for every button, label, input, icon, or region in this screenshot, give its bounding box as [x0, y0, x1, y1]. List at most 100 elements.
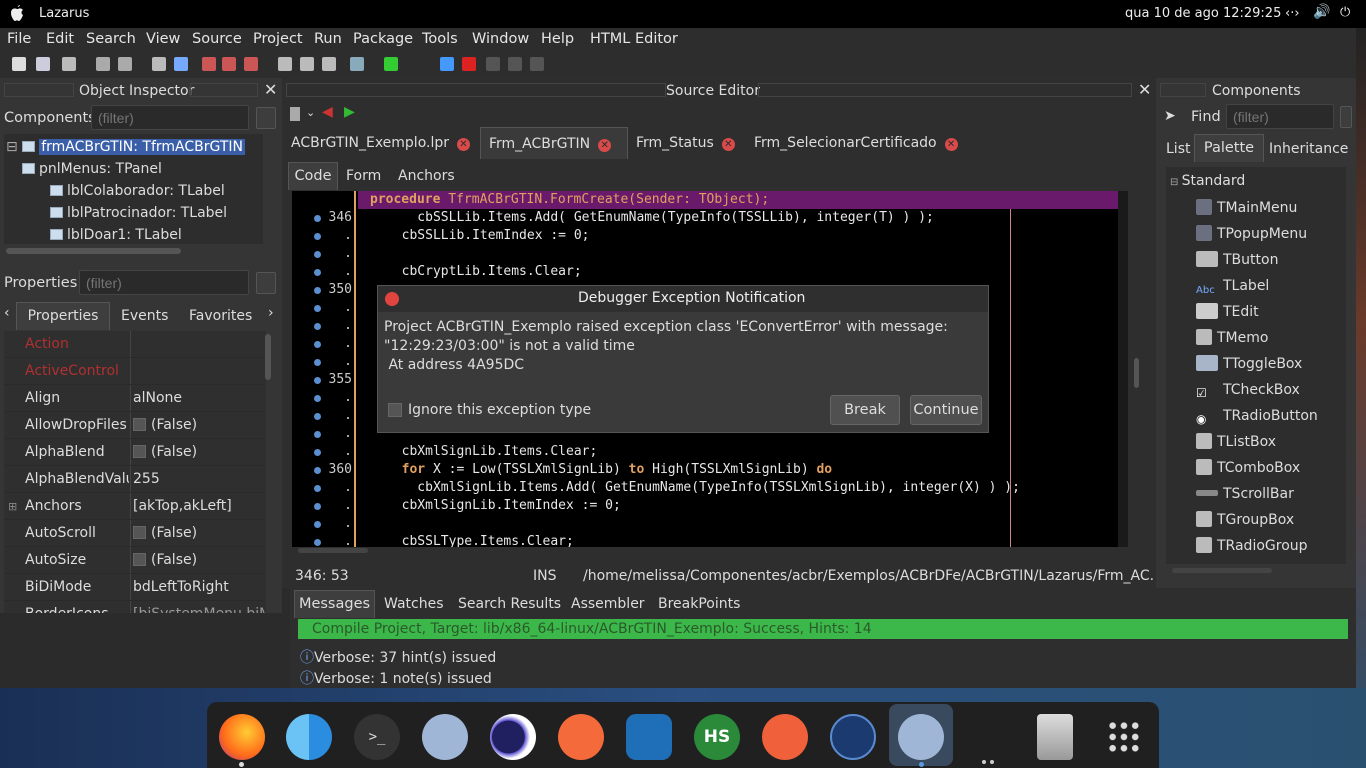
- group-standard[interactable]: ⊟ Standard: [1170, 173, 1245, 189]
- pointer-icon[interactable]: ➤: [1164, 108, 1176, 124]
- close-icon[interactable]: ✕: [1138, 80, 1151, 99]
- message-row[interactable]: ⓘVerbose: 37 hint(s) issued: [300, 647, 496, 667]
- property-row[interactable]: ⊞ Anchors [akTop,akLeft]: [4, 493, 266, 520]
- tab-events[interactable]: Events: [121, 308, 168, 324]
- app-grid-icon[interactable]: [1107, 720, 1141, 754]
- pause-icon[interactable]: [440, 57, 454, 71]
- palette-item[interactable]: TToggleBox: [1196, 351, 1302, 377]
- tab-acbrgtin-exemplo-lpr[interactable]: ACBrGTIN_Exemplo.lpr ✕: [291, 135, 470, 151]
- palette-item[interactable]: TRadioGroup: [1196, 533, 1308, 559]
- menu-package[interactable]: Package: [353, 31, 413, 47]
- subtab-form[interactable]: Form: [346, 168, 381, 184]
- tree-node[interactable]: lblDoar1: TLabel: [50, 224, 182, 246]
- property-row[interactable]: BiDiMode bdLeftToRight: [4, 574, 266, 601]
- ignore-checkbox[interactable]: [388, 403, 402, 417]
- tab-frm-status[interactable]: Frm_Status ✕: [636, 135, 735, 151]
- tab-list[interactable]: List: [1166, 141, 1190, 157]
- apple-icon[interactable]: [10, 4, 24, 22]
- chevron-down-icon[interactable]: ⌄: [306, 106, 315, 119]
- close-button[interactable]: [385, 292, 399, 306]
- close-icon[interactable]: ✕: [944, 138, 958, 151]
- eclipse-icon[interactable]: [490, 714, 536, 760]
- menu-tools[interactable]: Tools: [422, 31, 458, 47]
- code-line[interactable]: cbXmlSignLib.Items.Add( GetEnumName(Type…: [386, 479, 1020, 497]
- menu-html-editor[interactable]: HTML Editor: [590, 31, 678, 47]
- palette-item[interactable]: TMainMenu: [1196, 195, 1297, 221]
- tab-favorites[interactable]: Favorites: [189, 308, 252, 324]
- palette-filter[interactable]: [1226, 104, 1334, 129]
- clock[interactable]: qua 10 de ago 12:29:25: [1125, 6, 1281, 21]
- menu-edit[interactable]: Edit: [46, 31, 74, 47]
- menu-help[interactable]: Help: [541, 31, 574, 47]
- property-scrollbar[interactable]: [265, 334, 271, 380]
- tab-search-results[interactable]: Search Results: [458, 596, 561, 612]
- tree-node[interactable]: lblPatrocinador: TLabel: [50, 202, 227, 224]
- firefox-icon[interactable]: [219, 714, 265, 760]
- message-row[interactable]: ⓘVerbose: 1 note(s) issued: [300, 668, 492, 688]
- property-row[interactable]: AlphaBlend (False): [4, 439, 266, 466]
- code-line[interactable]: cbXmlSignLib.Items.Clear;: [386, 443, 598, 461]
- break-button[interactable]: Break: [830, 395, 900, 425]
- finder-icon[interactable]: [286, 714, 332, 760]
- back-icon[interactable]: ◀: [322, 104, 333, 120]
- tab-right-arrow[interactable]: ›: [268, 305, 274, 321]
- property-row[interactable]: Action: [4, 331, 266, 358]
- vscode-icon[interactable]: [626, 714, 672, 760]
- subtab-anchors[interactable]: Anchors: [398, 168, 455, 184]
- close-icon[interactable]: ✕: [457, 138, 470, 151]
- menu-source[interactable]: Source: [192, 31, 242, 47]
- property-row[interactable]: AutoScroll (False): [4, 520, 266, 547]
- power-icon[interactable]: ⏻: [1340, 5, 1350, 20]
- run-icon[interactable]: [384, 57, 398, 71]
- tree-scrollbar[interactable]: [6, 248, 181, 254]
- menu-window[interactable]: Window: [472, 31, 529, 47]
- menu-project[interactable]: Project: [253, 31, 303, 47]
- add-file-icon[interactable]: [202, 57, 216, 71]
- menu-search[interactable]: Search: [86, 31, 136, 47]
- trash-icon[interactable]: [1037, 714, 1073, 760]
- close-icon[interactable]: ✕: [598, 139, 612, 152]
- tab-inheritance[interactable]: Inheritance: [1269, 141, 1348, 157]
- palette-item[interactable]: TComboBox: [1196, 455, 1300, 481]
- pen-tool-icon[interactable]: [558, 714, 604, 760]
- text-editor-icon[interactable]: [762, 714, 808, 760]
- properties-filter[interactable]: [79, 270, 249, 295]
- checkbox[interactable]: [133, 553, 146, 566]
- remove-icon[interactable]: [244, 57, 258, 71]
- property-row[interactable]: AlphaBlendValu 255: [4, 466, 266, 493]
- tab-properties[interactable]: Properties: [16, 302, 110, 330]
- forward-icon[interactable]: ▶: [344, 104, 355, 120]
- close-icon[interactable]: ✕: [264, 80, 277, 99]
- menu-view[interactable]: View: [146, 31, 180, 47]
- menu-file[interactable]: File: [7, 31, 31, 47]
- step-into-icon[interactable]: [486, 57, 500, 71]
- open-icon[interactable]: [62, 57, 76, 71]
- palette-item[interactable]: Abc TLabel: [1196, 273, 1269, 299]
- property-row[interactable]: AllowDropFiles (False): [4, 412, 266, 439]
- property-row[interactable]: BorderIcons[biSystemMenu,biM: [4, 601, 266, 613]
- filter-icon[interactable]: [1340, 106, 1352, 128]
- options-icon[interactable]: [174, 57, 188, 71]
- code-line[interactable]: cbSSLLib.ItemIndex := 0;: [386, 227, 590, 245]
- checkbox[interactable]: [133, 445, 146, 458]
- editor-hscrollbar[interactable]: [298, 548, 368, 553]
- palette-item[interactable]: TGroupBox: [1196, 507, 1294, 533]
- code-line[interactable]: cbXmlSignLib.ItemIndex := 0;: [386, 497, 621, 515]
- view-forms-icon[interactable]: [300, 57, 314, 71]
- palette-item[interactable]: ◉ TRadioButton: [1196, 403, 1318, 429]
- property-row[interactable]: Align alNone: [4, 385, 266, 412]
- menu-run[interactable]: Run: [314, 31, 342, 47]
- build-icon[interactable]: [350, 57, 364, 71]
- palette-item[interactable]: TEdit: [1196, 299, 1259, 325]
- tab-left-arrow[interactable]: ‹: [4, 305, 10, 321]
- calculator-icon[interactable]: [830, 714, 876, 760]
- tab-assembler[interactable]: Assembler: [571, 596, 645, 612]
- save-icon[interactable]: [96, 57, 110, 71]
- palette-item[interactable]: ☑ TCheckBox: [1196, 377, 1300, 403]
- new-form-icon[interactable]: [36, 57, 50, 71]
- toggle-icon[interactable]: [322, 57, 336, 71]
- remove-file-icon[interactable]: [222, 57, 236, 71]
- hs-app-icon[interactable]: HS: [694, 714, 740, 760]
- editor-vscrollbar[interactable]: [1134, 358, 1139, 388]
- code-line[interactable]: for X := Low(TSSLXmlSignLib) to High(TSS…: [386, 461, 832, 479]
